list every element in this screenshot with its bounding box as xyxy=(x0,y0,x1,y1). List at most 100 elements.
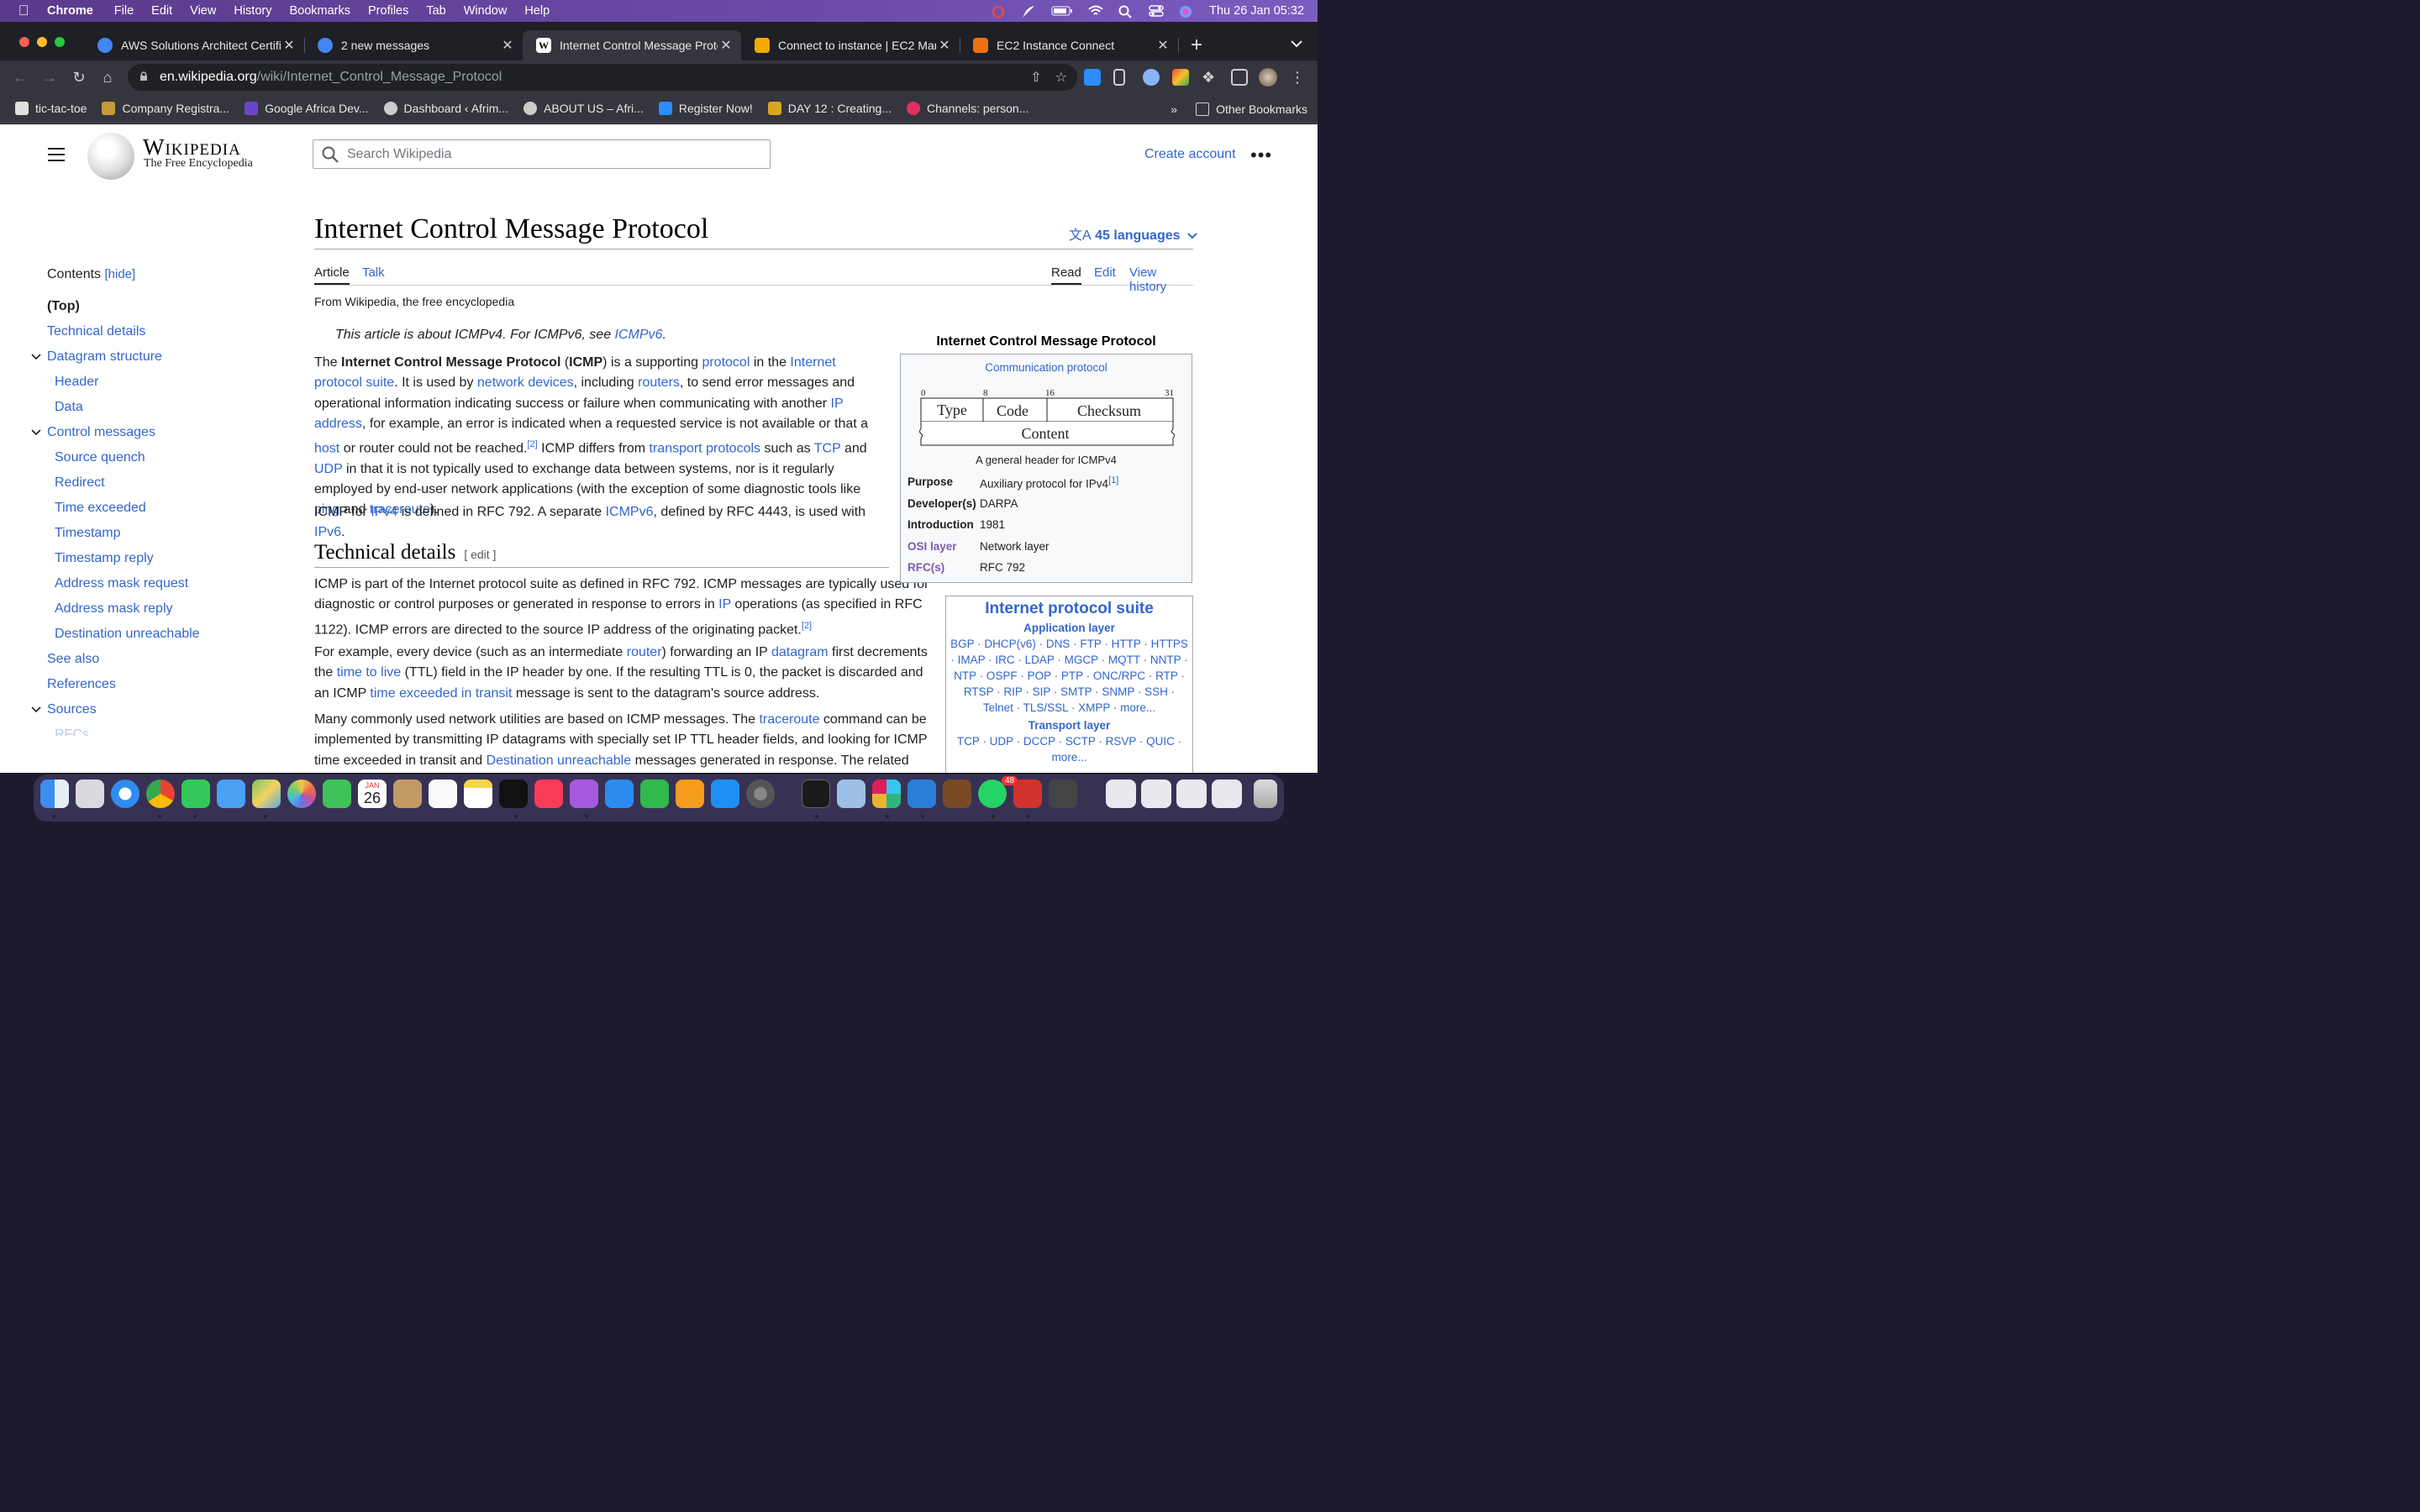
toc-item[interactable]: Datagram structure xyxy=(31,344,286,370)
music-icon[interactable] xyxy=(534,780,563,808)
trash-icon[interactable] xyxy=(1254,780,1277,808)
link-transport-protocols[interactable]: transport protocols xyxy=(650,442,761,456)
menu-view[interactable]: View xyxy=(190,4,216,18)
menu-profiles[interactable]: Profiles xyxy=(368,4,408,18)
link-time-exceeded[interactable]: time exceeded in transit xyxy=(370,686,512,701)
reminders-icon[interactable] xyxy=(429,780,457,808)
system-settings-icon[interactable] xyxy=(746,780,775,808)
link-traceroute-2[interactable]: traceroute xyxy=(759,712,819,727)
messages-icon[interactable] xyxy=(182,780,210,808)
battery-icon[interactable] xyxy=(1051,5,1073,17)
minimize-window-button[interactable] xyxy=(37,37,47,47)
safari-icon[interactable] xyxy=(111,780,139,808)
toc-item[interactable]: Timestamp xyxy=(34,521,286,546)
menu-file[interactable]: File xyxy=(114,4,134,18)
stacked-windows-icon[interactable] xyxy=(1141,780,1171,808)
podcasts-icon[interactable] xyxy=(570,780,598,808)
numbers-icon[interactable] xyxy=(640,780,669,808)
link-routers[interactable]: routers xyxy=(638,375,680,390)
lock-icon[interactable] xyxy=(139,71,150,84)
toc-item[interactable]: Timestamp reply xyxy=(34,546,286,571)
tab-edit[interactable]: Edit xyxy=(1094,265,1116,280)
other-bookmarks-folder[interactable]: Other Bookmarks xyxy=(1196,102,1307,116)
close-tab-icon[interactable]: ✕ xyxy=(718,37,734,54)
tab-aws-certification[interactable]: AWS Solutions Architect Certifi ✕ xyxy=(84,30,305,60)
tab-ec2-instance-connect[interactable]: EC2 Instance Connect ✕ xyxy=(960,30,1179,60)
bookmark-day-12[interactable]: DAY 12 : Creating... xyxy=(767,102,892,115)
toc-item[interactable]: Redirect xyxy=(34,470,286,496)
close-tab-icon[interactable]: ✕ xyxy=(499,37,516,54)
toc-item[interactable]: Data xyxy=(34,395,286,420)
toc-item[interactable]: References xyxy=(34,672,286,697)
tab-talk[interactable]: Talk xyxy=(362,265,385,280)
link-network-layer[interactable]: Network layer xyxy=(980,540,1050,553)
link-datagram[interactable]: datagram xyxy=(771,645,829,659)
toc-item[interactable]: RFCs xyxy=(34,722,286,736)
menu-bookmarks[interactable]: Bookmarks xyxy=(289,4,350,18)
ref-2[interactable]: [2] xyxy=(528,439,538,449)
bookmark-company-registration[interactable]: Company Registra... xyxy=(102,102,229,115)
menu-edit[interactable]: Edit xyxy=(151,4,172,18)
chevron-down-icon[interactable] xyxy=(31,420,43,445)
toc-item[interactable]: Destination unreachable xyxy=(34,622,286,647)
ref-2b[interactable]: [2] xyxy=(802,621,812,631)
terminal-icon[interactable] xyxy=(802,780,830,808)
link-tcp[interactable]: TCP xyxy=(814,442,841,456)
toc-item[interactable]: Time exceeded xyxy=(34,496,286,521)
link-router[interactable]: router xyxy=(627,645,662,659)
bookmark-about-us[interactable]: ABOUT US – Afri... xyxy=(523,102,644,115)
close-tab-icon[interactable]: ✕ xyxy=(936,37,953,54)
link-ip[interactable]: IP xyxy=(718,597,731,612)
tab-new-messages[interactable]: 2 new messages ✕ xyxy=(304,30,523,60)
icmpv6-link[interactable]: ICMPv6 xyxy=(615,328,663,342)
calendar-icon[interactable]: JAN 26 xyxy=(358,780,387,808)
vscode-icon[interactable] xyxy=(908,780,936,808)
share-icon[interactable]: ⇧ xyxy=(1030,69,1041,86)
apple-tv-icon[interactable] xyxy=(499,780,528,808)
wifi-icon[interactable] xyxy=(1088,5,1103,17)
menu-tab[interactable]: Tab xyxy=(426,4,445,18)
reload-icon[interactable]: ↻ xyxy=(69,67,89,87)
navbox-application-layer[interactable]: Application layer xyxy=(946,622,1192,634)
link-time-to-live[interactable]: time to live xyxy=(337,665,401,680)
link-ipv4[interactable]: IPv4 xyxy=(371,505,397,519)
sheets-extension-icon[interactable] xyxy=(1172,69,1189,86)
address-bar[interactable]: en.wikipedia.org/wiki/Internet_Control_M… xyxy=(128,64,1077,91)
toc-item[interactable]: Header xyxy=(34,370,286,395)
link-icmpv6[interactable]: ICMPv6 xyxy=(606,505,654,519)
ref-1[interactable]: [1] xyxy=(1108,475,1118,486)
facetime-icon[interactable] xyxy=(323,780,351,808)
siri-icon[interactable] xyxy=(1179,5,1194,18)
link-osi-layer[interactable]: OSI layer xyxy=(908,540,983,553)
slack-icon[interactable] xyxy=(872,780,901,808)
app-icon[interactable] xyxy=(1049,780,1077,808)
stacked-windows-icon[interactable] xyxy=(1212,780,1242,808)
link-udp[interactable]: UDP xyxy=(314,462,343,476)
menu-clock[interactable]: Thu 26 Jan 05:32 xyxy=(1209,4,1304,18)
more-bookmarks-chevron-icon[interactable]: » xyxy=(1171,102,1177,116)
keynote-icon[interactable] xyxy=(605,780,634,808)
link-rfcs[interactable]: RFC(s) xyxy=(908,561,983,574)
bible-app-icon[interactable] xyxy=(943,780,971,808)
bookmark-register-now[interactable]: Register Now! xyxy=(658,102,753,115)
forward-arrow-icon[interactable]: → xyxy=(39,67,60,87)
notes-icon[interactable] xyxy=(464,780,492,808)
home-icon[interactable]: ⌂ xyxy=(97,67,118,87)
infobox-subtitle-link[interactable]: Communication protocol xyxy=(901,361,1192,374)
more-options-icon[interactable]: ••• xyxy=(1250,144,1272,166)
chevron-down-icon[interactable] xyxy=(31,697,43,722)
maps-icon[interactable] xyxy=(252,780,281,808)
bookmark-tic-tac-toe[interactable]: tic-tac-toe xyxy=(15,102,87,115)
search-input[interactable] xyxy=(347,146,750,162)
toc-item[interactable]: Sources xyxy=(31,697,286,722)
link-darpa[interactable]: DARPA xyxy=(980,497,1018,510)
tab-connect-ec2[interactable]: Connect to instance | EC2 Man ✕ xyxy=(741,30,960,60)
toc-item[interactable]: Technical details xyxy=(34,319,286,344)
spotlight-search-icon[interactable] xyxy=(1118,5,1134,18)
tab-read[interactable]: Read xyxy=(1051,265,1081,285)
language-selector[interactable]: 文A 45 languages xyxy=(1069,223,1197,244)
navbox-transport-layer[interactable]: Transport layer xyxy=(946,719,1192,732)
link-protocol[interactable]: protocol xyxy=(702,355,750,370)
photos-icon[interactable] xyxy=(287,780,316,808)
tab-search-chevron-down-icon[interactable] xyxy=(1291,37,1302,52)
